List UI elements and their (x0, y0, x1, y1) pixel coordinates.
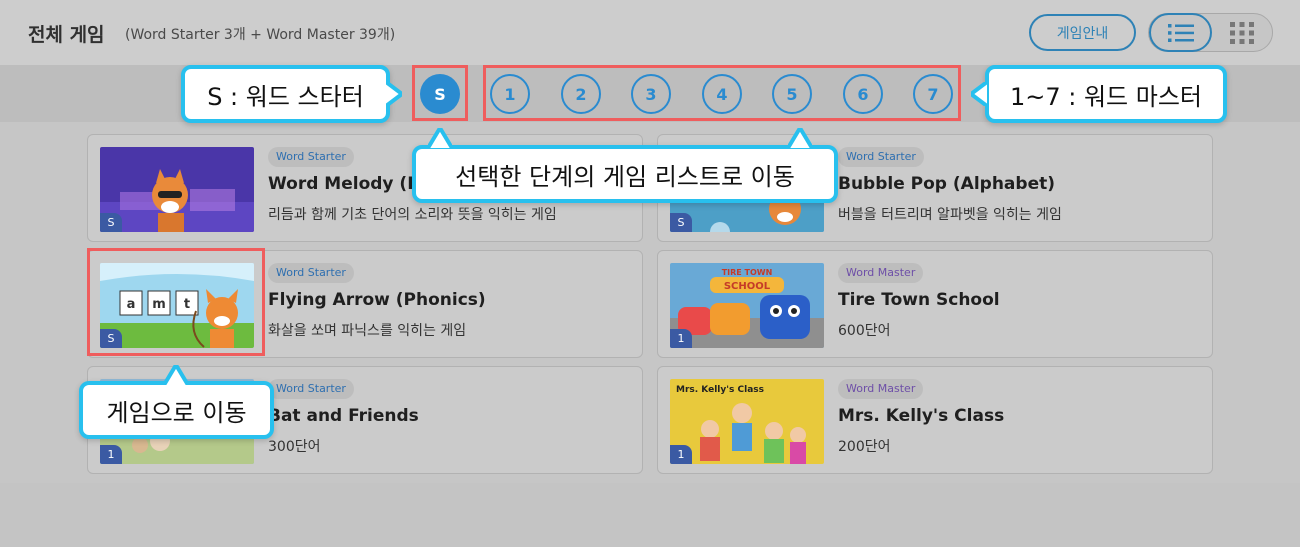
game-thumbnail[interactable]: S (100, 147, 254, 232)
category-tag: Word Starter (838, 147, 924, 167)
category-tag: Word Master (838, 379, 924, 399)
game-thumbnail[interactable]: TIRE TOWN SCHOOL 1 (670, 263, 824, 348)
thumb-logo-text: Mrs. Kelly's Class (676, 385, 764, 395)
grid-view-icon (1230, 22, 1254, 44)
level-badge: S (670, 213, 692, 232)
level-select-pointer-right (788, 128, 812, 148)
list-view-button[interactable] (1149, 13, 1212, 52)
game-select-pointer (164, 365, 188, 385)
game-title: Bat and Friends (268, 406, 419, 426)
game-thumbnail-highlight (87, 248, 265, 356)
category-tag: Word Starter (268, 379, 354, 399)
game-description: 300단어 (268, 439, 321, 455)
game-description: 600단어 (838, 323, 891, 339)
level-badge: 1 (100, 445, 122, 464)
thumb-logo-text: SCHOOL (724, 281, 771, 292)
grid-view-button[interactable] (1227, 22, 1257, 44)
level-select-pointer-left (428, 128, 452, 148)
starter-callout-pointer (386, 82, 402, 106)
game-title: Flying Arrow (Phonics) (268, 290, 486, 310)
list-view-icon (1167, 23, 1194, 42)
game-card[interactable]: TIRE TOWN SCHOOL 1 Word Master Tire Town… (657, 250, 1213, 358)
game-card[interactable]: Mrs. Kelly's Class 1 Word Master Mrs. Ke… (657, 366, 1213, 474)
level-button-7[interactable]: 7 (913, 74, 953, 114)
level-button-s[interactable]: S (420, 74, 460, 114)
game-description: 버블을 터트리며 알파벳을 익히는 게임 (838, 207, 1062, 223)
game-description: 화살을 쏘며 파닉스를 익히는 게임 (268, 323, 467, 339)
category-tag: Word Starter (268, 147, 354, 167)
level-button-4[interactable]: 4 (702, 74, 742, 114)
level-select-callout: 선택한 단계의 게임 리스트로 이동 (412, 145, 838, 203)
game-thumbnail[interactable]: Mrs. Kelly's Class 1 (670, 379, 824, 464)
level-badge: S (100, 213, 122, 232)
game-guide-button[interactable]: 게임안내 (1029, 14, 1136, 51)
page-header: 전체 게임 (Word Starter 3개 + Word Master 39개… (0, 0, 1300, 65)
game-description: 리듬과 함께 기초 단어의 소리와 뜻을 익히는 게임 (268, 207, 557, 223)
game-title: Mrs. Kelly's Class (838, 406, 1005, 426)
level-button-3[interactable]: 3 (631, 74, 671, 114)
level-button-6[interactable]: 6 (843, 74, 883, 114)
master-callout: 1~7 : 워드 마스터 (985, 65, 1227, 123)
view-toggle (1148, 13, 1273, 52)
game-title: Word Melody (Ba (268, 174, 432, 194)
game-title: Bubble Pop (Alphabet) (838, 174, 1055, 194)
page-title: 전체 게임 (28, 24, 105, 46)
level-button-1[interactable]: 1 (490, 74, 530, 114)
level-button-5[interactable]: 5 (772, 74, 812, 114)
category-tag: Word Starter (268, 263, 354, 283)
game-title: Tire Town School (838, 290, 1000, 310)
thumb-logo-text: TIRE TOWN (722, 268, 773, 277)
level-badge: 1 (670, 329, 692, 348)
level-badge: 1 (670, 445, 692, 464)
master-callout-pointer (971, 82, 987, 106)
starter-callout: S : 워드 스타터 (181, 65, 390, 123)
game-select-callout: 게임으로 이동 (79, 381, 274, 439)
page-subtitle: (Word Starter 3개 + Word Master 39개) (125, 27, 396, 43)
level-button-2[interactable]: 2 (561, 74, 601, 114)
category-tag: Word Master (838, 263, 924, 283)
game-description: 200단어 (838, 439, 891, 455)
